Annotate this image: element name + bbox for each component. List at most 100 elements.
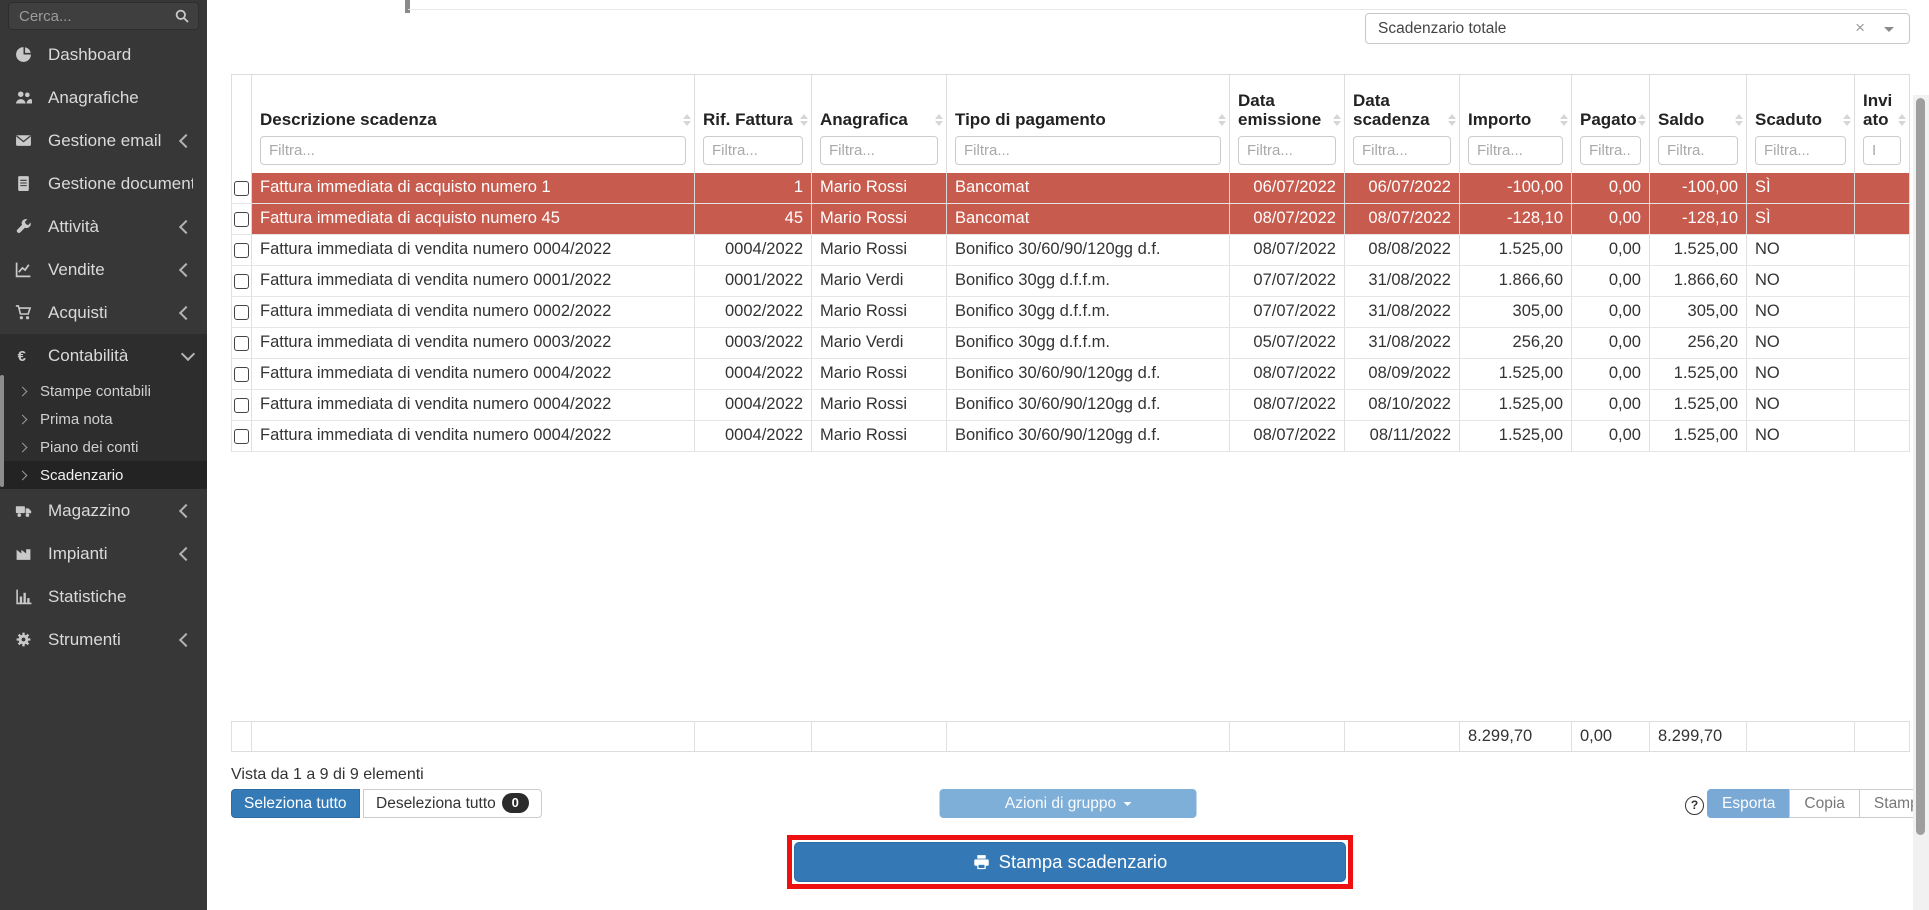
filter-input-rif[interactable] <box>703 136 803 165</box>
sidebar-subitem-piano-dei-conti[interactable]: Piano dei conti <box>0 433 207 461</box>
sort-arrows-icon[interactable] <box>1843 114 1851 126</box>
sidebar-item-impianti[interactable]: Impianti <box>0 532 207 575</box>
chevron-down-icon[interactable] <box>1884 27 1894 32</box>
cell-tipo: Bonifico 30/60/90/120gg d.f. <box>947 421 1230 451</box>
sort-arrows-icon[interactable] <box>800 114 808 126</box>
sidebar-subitem-prima-nota[interactable]: Prima nota <box>0 405 207 433</box>
cell-rif: 0004/2022 <box>695 390 812 420</box>
table-body: Fattura immediata di acquisto numero 11M… <box>231 173 1910 452</box>
sidebar-item-label: Dashboard <box>48 45 131 65</box>
help-icon[interactable]: ? <box>1685 796 1704 815</box>
sort-arrows-icon[interactable] <box>1898 114 1906 126</box>
header-cell-anagrafica[interactable]: Anagrafica <box>812 75 947 173</box>
cell-scaduto: NO <box>1747 266 1855 296</box>
sidebar-item-vendite[interactable]: Vendite <box>0 248 207 291</box>
group-actions-button[interactable]: Azioni di gruppo <box>940 789 1197 818</box>
header-cell-rif[interactable]: Rif. Fattura <box>695 75 812 173</box>
header-cell-scadenza[interactable]: Data scadenza <box>1345 75 1460 173</box>
pagination-info: Vista da 1 a 9 di 9 elementi <box>231 766 424 784</box>
sidebar-subitem-label: Piano dei conti <box>40 439 138 456</box>
sidebar-item-gestione-email[interactable]: Gestione email <box>0 119 207 162</box>
table-row[interactable]: Fattura immediata di vendita numero 0004… <box>231 390 1910 421</box>
svg-text:€: € <box>18 349 26 364</box>
filter-input-tipo[interactable] <box>955 136 1221 165</box>
sidebar-item-strumenti[interactable]: Strumenti <box>0 618 207 661</box>
sidebar-item-contabilita[interactable]: €Contabilità <box>0 334 207 377</box>
clear-selection-icon[interactable]: × <box>1855 14 1865 42</box>
sidebar-item-attivita[interactable]: Attività <box>0 205 207 248</box>
header-cell-scaduto[interactable]: Scaduto <box>1747 75 1855 173</box>
row-checkbox[interactable] <box>234 243 249 258</box>
table-row[interactable]: Fattura immediata di vendita numero 0001… <box>231 266 1910 297</box>
sort-arrows-icon[interactable] <box>935 114 943 126</box>
filter-input-scadenza[interactable] <box>1353 136 1451 165</box>
header-cell-importo[interactable]: Importo <box>1460 75 1572 173</box>
row-checkbox[interactable] <box>234 305 249 320</box>
table-row[interactable]: Fattura immediata di vendita numero 0004… <box>231 359 1910 390</box>
select-all-button[interactable]: Seleziona tutto <box>231 789 360 818</box>
header-cell-pagato[interactable]: Pagato <box>1572 75 1650 173</box>
sort-arrows-icon[interactable] <box>1638 114 1646 126</box>
sort-arrows-icon[interactable] <box>683 114 691 126</box>
sidebar-subitem-label: Scadenzario <box>40 467 123 484</box>
table-row[interactable]: Fattura immediata di vendita numero 0002… <box>231 297 1910 328</box>
sort-arrows-icon[interactable] <box>1735 114 1743 126</box>
row-checkbox[interactable] <box>234 336 249 351</box>
euro-icon: € <box>15 347 35 364</box>
table-row[interactable]: Fattura immediata di vendita numero 0003… <box>231 328 1910 359</box>
header-cell-emissione[interactable]: Data emissione <box>1230 75 1345 173</box>
filter-input-emissione[interactable] <box>1238 136 1336 165</box>
cell-scaduto: NO <box>1747 297 1855 327</box>
page-scrollbar-thumb[interactable] <box>1916 98 1925 835</box>
filter-input-anagrafica[interactable] <box>820 136 938 165</box>
sort-arrows-icon[interactable] <box>1333 114 1341 126</box>
row-checkbox[interactable] <box>234 274 249 289</box>
sidebar-item-statistiche[interactable]: Statistiche <box>0 575 207 618</box>
filter-input-descrizione[interactable] <box>260 136 686 165</box>
sidebar-subitem-label: Stampe contabili <box>40 383 151 400</box>
deselect-all-button[interactable]: Deseleziona tutto0 <box>363 789 542 818</box>
bar-chart-icon <box>15 588 35 605</box>
row-checkbox[interactable] <box>234 398 249 413</box>
header-cell-descrizione[interactable]: Descrizione scadenza <box>252 75 695 173</box>
sidebar-item-anagrafiche[interactable]: Anagrafiche <box>0 76 207 119</box>
cell-tipo: Bonifico 30/60/90/120gg d.f. <box>947 359 1230 389</box>
row-checkbox-cell <box>231 297 252 327</box>
row-checkbox[interactable] <box>234 429 249 444</box>
dashboard-icon <box>15 46 35 63</box>
copy-button[interactable]: Copia <box>1789 789 1860 818</box>
sort-arrows-icon[interactable] <box>1448 114 1456 126</box>
header-cell-inviato[interactable]: Inviato <box>1855 75 1910 173</box>
table-row[interactable]: Fattura immediata di acquisto numero 11M… <box>231 173 1910 204</box>
sidebar-subitem-stampe-contabili[interactable]: Stampe contabili <box>0 377 207 405</box>
sidebar-scrollbar-thumb[interactable] <box>0 375 4 487</box>
filter-input-inviato[interactable] <box>1863 136 1901 165</box>
export-button[interactable]: Esporta <box>1707 789 1790 818</box>
filter-input-pagato[interactable] <box>1580 136 1641 165</box>
table-row[interactable]: Fattura immediata di vendita numero 0004… <box>231 235 1910 266</box>
sidebar-item-dashboard[interactable]: Dashboard <box>0 33 207 76</box>
sidebar-subitem-scadenzario[interactable]: Scadenzario <box>0 461 207 489</box>
header-cell-saldo[interactable]: Saldo <box>1650 75 1747 173</box>
table-row[interactable]: Fattura immediata di acquisto numero 454… <box>231 204 1910 235</box>
cell-anagrafica: Mario Rossi <box>812 359 947 389</box>
cell-descrizione: Fattura immediata di vendita numero 0004… <box>252 421 695 451</box>
row-checkbox[interactable] <box>234 367 249 382</box>
sidebar-item-magazzino[interactable]: Magazzino <box>0 489 207 532</box>
table-row[interactable]: Fattura immediata di vendita numero 0004… <box>231 421 1910 452</box>
row-checkbox[interactable] <box>234 181 249 196</box>
row-checkbox[interactable] <box>234 212 249 227</box>
filter-input-saldo[interactable] <box>1658 136 1738 165</box>
filter-input-scaduto[interactable] <box>1755 136 1846 165</box>
cell-importo: 1.525,00 <box>1460 235 1572 265</box>
search-input[interactable] <box>8 2 199 30</box>
cell-saldo: 1.866,60 <box>1650 266 1747 296</box>
print-schedule-button[interactable]: Stampa scadenzario <box>794 842 1346 882</box>
filter-input-importo[interactable] <box>1468 136 1563 165</box>
sidebar-item-gestione-documentale[interactable]: Gestione documentale <box>0 162 207 205</box>
sort-arrows-icon[interactable] <box>1560 114 1568 126</box>
schedule-scope-select[interactable]: Scadenzario totale × <box>1365 13 1910 44</box>
sort-arrows-icon[interactable] <box>1218 114 1226 126</box>
header-cell-tipo[interactable]: Tipo di pagamento <box>947 75 1230 173</box>
sidebar-item-acquisti[interactable]: Acquisti <box>0 291 207 334</box>
